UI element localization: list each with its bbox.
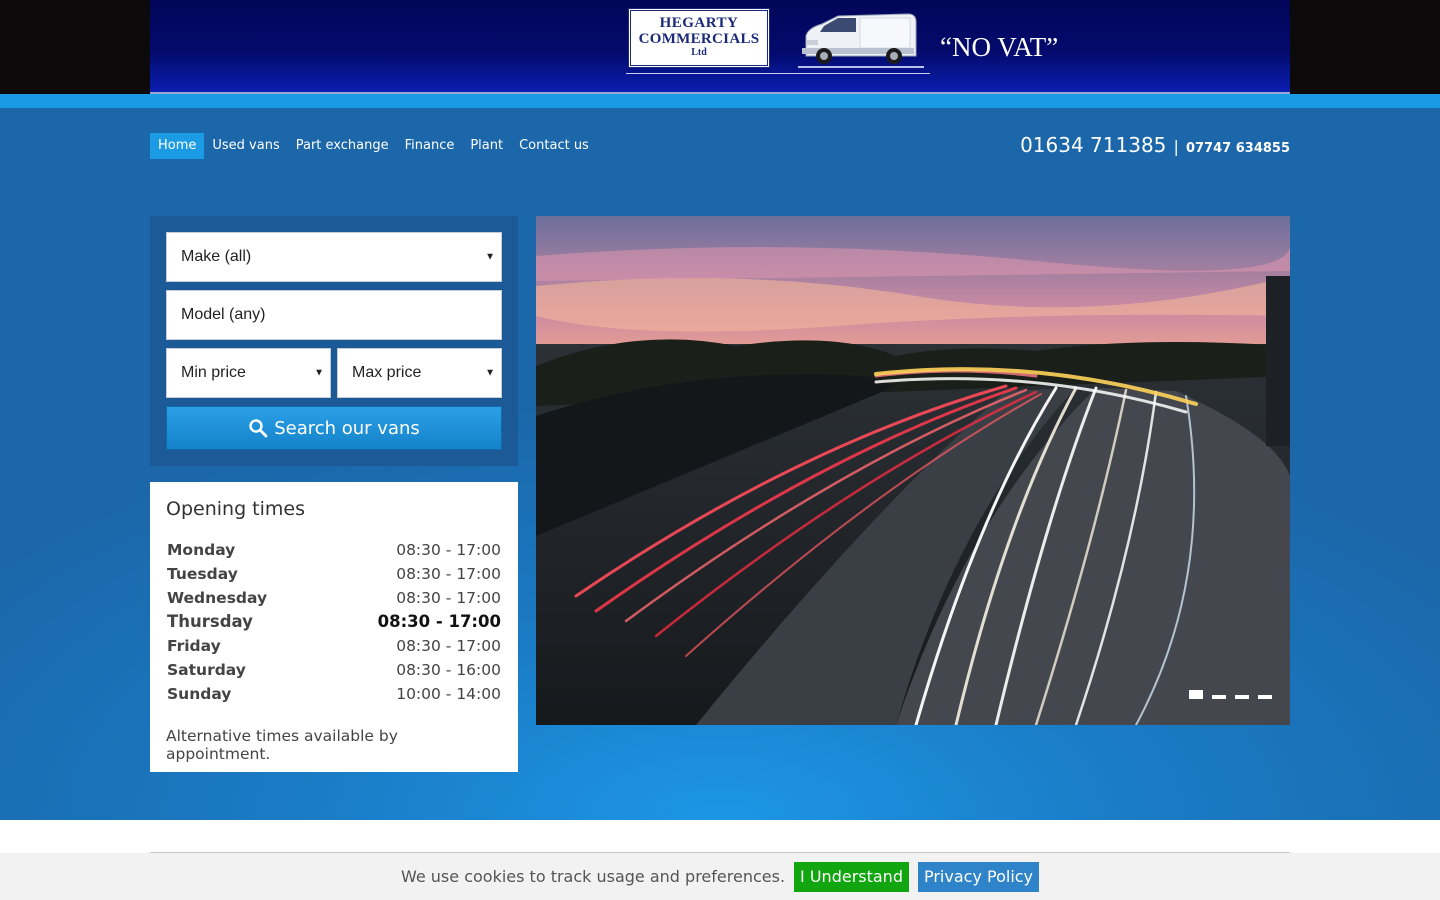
hours-row-thursday-today: Thursday 08:30 - 17:00 bbox=[166, 610, 502, 634]
hours-value: 08:30 - 17:00 bbox=[396, 637, 501, 655]
phone-alt[interactable]: 07747 634855 bbox=[1186, 141, 1290, 156]
hours-value: 08:30 - 17:00 bbox=[396, 565, 501, 583]
hours-value: 08:30 - 17:00 bbox=[377, 612, 501, 631]
nav-contact-us[interactable]: Contact us bbox=[511, 133, 597, 159]
model-input-placeholder: Model (any) bbox=[181, 306, 266, 323]
hours-value: 08:30 - 17:00 bbox=[396, 589, 501, 607]
min-price-value: Min price bbox=[181, 364, 246, 381]
cookie-accept-button[interactable]: I Understand bbox=[794, 861, 909, 892]
privacy-policy-button[interactable]: Privacy Policy bbox=[917, 861, 1040, 892]
search-button-label: Search our vans bbox=[274, 417, 420, 439]
nav-home[interactable]: Home bbox=[150, 133, 205, 159]
search-vans-button[interactable]: Search our vans bbox=[166, 406, 502, 450]
day-label: Friday bbox=[167, 637, 221, 655]
opening-times-note: Alternative times available by appointme… bbox=[166, 727, 398, 763]
hours-row-monday: Monday 08:30 - 17:00 bbox=[166, 538, 502, 562]
opening-times-panel: Opening times Monday 08:30 - 17:00 Tuesd… bbox=[150, 482, 518, 772]
caret-down-icon: ▼ bbox=[485, 367, 495, 379]
header-banner: HEGARTY COMMERCIALS Ltd “NO VAT” bbox=[150, 0, 1290, 94]
day-label: Saturday bbox=[167, 661, 246, 679]
slider-dot[interactable] bbox=[1235, 695, 1249, 699]
slider-pagination bbox=[1189, 690, 1272, 699]
no-vat-tagline: “NO VAT” bbox=[940, 32, 1059, 62]
company-logo[interactable]: HEGARTY COMMERCIALS Ltd bbox=[628, 8, 770, 68]
max-price-select[interactable]: Max price ▼ bbox=[337, 348, 502, 398]
min-price-select[interactable]: Min price ▼ bbox=[166, 348, 331, 398]
day-label: Wednesday bbox=[167, 589, 268, 607]
caret-down-icon: ▼ bbox=[485, 251, 495, 263]
logo-line-2: COMMERCIALS bbox=[638, 30, 760, 47]
hours-row-saturday: Saturday 08:30 - 16:00 bbox=[166, 658, 502, 682]
hours-row-sunday: Sunday 10:00 - 14:00 bbox=[166, 682, 502, 706]
make-select[interactable]: Make (all) ▼ bbox=[166, 232, 502, 282]
logo-line-1: HEGARTY bbox=[659, 15, 739, 31]
van-search-panel: Make (all) ▼ Model (any) Min price ▼ Max… bbox=[150, 216, 518, 466]
day-label: Thursday bbox=[167, 612, 253, 631]
opening-times-title: Opening times bbox=[166, 498, 305, 520]
main-nav: Home Used vans Part exchange Finance Pla… bbox=[150, 133, 597, 159]
slider-dot[interactable] bbox=[1189, 690, 1203, 699]
day-label: Sunday bbox=[167, 685, 232, 703]
slider-dot[interactable] bbox=[1212, 695, 1226, 699]
hero-slider[interactable] bbox=[536, 216, 1290, 725]
slider-dot[interactable] bbox=[1258, 695, 1272, 699]
nav-used-vans[interactable]: Used vans bbox=[204, 133, 287, 159]
phone-separator: | bbox=[1173, 137, 1179, 156]
nav-plant[interactable]: Plant bbox=[462, 133, 511, 159]
hours-value: 08:30 - 16:00 bbox=[396, 661, 501, 679]
hours-row-tuesday: Tuesday 08:30 - 17:00 bbox=[166, 562, 502, 586]
motorway-light-trails-image bbox=[536, 216, 1290, 725]
cookie-message: We use cookies to track usage and prefer… bbox=[400, 867, 786, 886]
accent-strip bbox=[0, 94, 1440, 108]
hours-value: 08:30 - 17:00 bbox=[396, 541, 501, 559]
nav-finance[interactable]: Finance bbox=[397, 133, 463, 159]
max-price-value: Max price bbox=[352, 364, 422, 381]
phone-main[interactable]: 01634 711385 bbox=[1020, 133, 1166, 157]
search-icon bbox=[249, 419, 268, 438]
logo-underline bbox=[626, 73, 930, 74]
caret-down-icon: ▼ bbox=[314, 367, 324, 379]
day-label: Monday bbox=[167, 541, 236, 559]
model-input[interactable]: Model (any) bbox=[166, 290, 502, 340]
hours-row-friday: Friday 08:30 - 17:00 bbox=[166, 634, 502, 658]
cookie-banner: We use cookies to track usage and prefer… bbox=[0, 853, 1440, 900]
phone-numbers: 01634 711385 | 07747 634855 bbox=[1020, 133, 1290, 157]
day-label: Tuesday bbox=[167, 565, 238, 583]
logo-line-3: Ltd bbox=[691, 46, 707, 58]
van-illustration bbox=[798, 13, 924, 68]
hours-value: 10:00 - 14:00 bbox=[396, 685, 501, 703]
hours-row-wednesday: Wednesday 08:30 - 17:00 bbox=[166, 586, 502, 610]
make-select-value: Make (all) bbox=[181, 248, 252, 265]
nav-part-exchange[interactable]: Part exchange bbox=[288, 133, 397, 159]
